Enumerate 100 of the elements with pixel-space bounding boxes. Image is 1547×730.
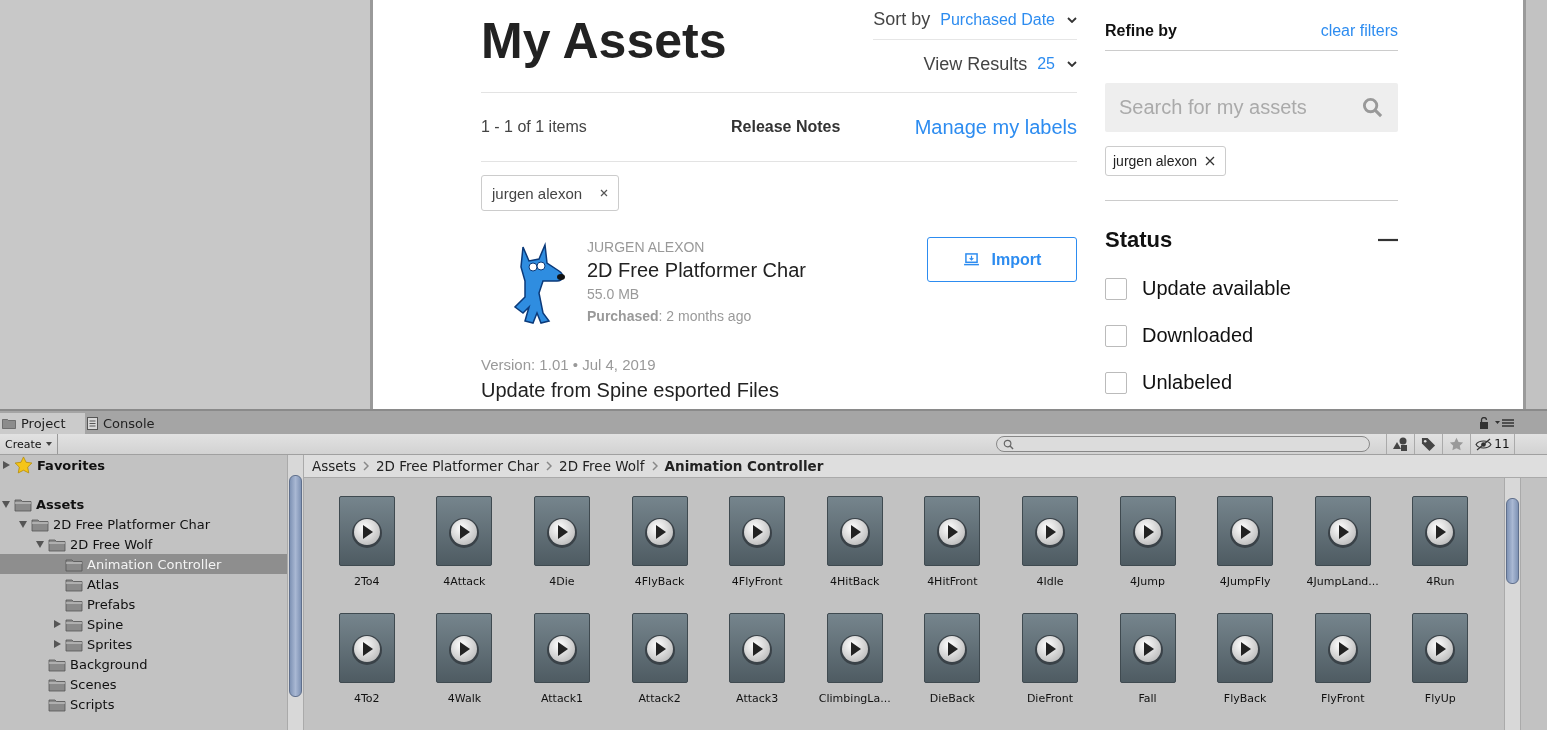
collapsed-arrow-icon[interactable] <box>52 619 62 629</box>
animation-clip-icon[interactable] <box>1119 613 1176 683</box>
clip-name[interactable]: Fall <box>1138 692 1157 705</box>
breadcrumb-link[interactable]: 2D Free Platformer Char <box>375 458 540 474</box>
clip-name[interactable]: 4Die <box>549 575 575 588</box>
animation-clip-icon[interactable] <box>924 613 981 683</box>
search-field[interactable] <box>996 436 1370 452</box>
checkbox[interactable] <box>1105 277 1127 300</box>
animation-clip-icon[interactable] <box>534 613 590 683</box>
animation-clip-icon[interactable] <box>1119 496 1176 566</box>
clip-name[interactable]: DieFront <box>1026 692 1073 705</box>
animation-clip-icon[interactable] <box>1412 496 1469 566</box>
clip-name[interactable]: 4Attack <box>443 575 486 588</box>
lock-icon[interactable] <box>1479 416 1489 429</box>
tree-item[interactable]: Assets <box>0 494 287 514</box>
clip-name[interactable]: Attack3 <box>736 692 779 705</box>
clip-name[interactable]: 4JumpFly <box>1219 575 1271 588</box>
version-info: Version: 1.01 • Jul 4, 2019 <box>481 356 657 373</box>
clip-name[interactable]: FlyFront <box>1320 692 1365 705</box>
tree-item[interactable]: 2D Free Platformer Char <box>0 514 287 534</box>
tree-item[interactable]: Scenes <box>0 674 287 694</box>
scrollbar[interactable] <box>1504 478 1521 730</box>
animation-clip-icon[interactable] <box>1021 496 1078 566</box>
animation-clip-icon[interactable] <box>338 613 395 683</box>
close-icon[interactable] <box>1205 156 1216 166</box>
tree-item[interactable]: Prefabs <box>0 594 287 614</box>
close-icon[interactable] <box>600 189 609 197</box>
folder-icon <box>48 656 66 672</box>
breadcrumb-link[interactable]: Animation Controller <box>664 458 824 474</box>
clip-name[interactable]: 4To2 <box>354 692 380 705</box>
tree-item[interactable]: Spine <box>0 614 287 634</box>
folder-icon <box>14 496 32 512</box>
checkbox-label[interactable]: Unlabeled <box>1142 371 1233 394</box>
filter-chip[interactable]: jurgen alexon <box>481 175 620 211</box>
clip-name[interactable]: 4Idle <box>1036 575 1064 588</box>
animation-clip-icon[interactable] <box>1217 613 1274 683</box>
panel-tab[interactable]: Project <box>0 413 85 434</box>
checkbox-label[interactable]: Update available <box>1142 277 1291 300</box>
checkbox[interactable] <box>1105 324 1127 347</box>
expanded-arrow-icon[interactable] <box>35 539 45 549</box>
tree-item[interactable]: Sprites <box>0 634 287 654</box>
clip-name[interactable]: Attack2 <box>638 692 681 705</box>
status-heading: Status <box>1105 227 1173 253</box>
tree-item[interactable]: Favorites <box>0 455 287 475</box>
clip-name[interactable]: 4Run <box>1426 575 1455 588</box>
clip-name[interactable]: 4Walk <box>447 692 482 705</box>
clip-name[interactable]: FlyUp <box>1424 692 1456 705</box>
clip-name[interactable]: 4FlyBack <box>634 575 685 588</box>
clip-name[interactable]: DieBack <box>929 692 975 705</box>
expanded-arrow-icon[interactable] <box>1 499 11 509</box>
clear-filters-link[interactable]: clear filters <box>1320 22 1398 40</box>
eye-slash-icon <box>1475 437 1493 451</box>
clip-name[interactable]: Attack1 <box>540 692 584 705</box>
clip-name[interactable]: ClimbingLa... <box>818 692 891 705</box>
clip-name[interactable]: 4HitFront <box>927 575 978 588</box>
animation-clip-icon[interactable] <box>436 496 493 566</box>
view-results-dropdown[interactable]: 25 <box>1037 55 1055 73</box>
animation-clip-icon[interactable] <box>729 613 786 683</box>
tree-item[interactable]: Scripts <box>0 694 287 714</box>
clip-name[interactable]: 4FlyFront <box>731 575 783 588</box>
clip-name[interactable]: 2To4 <box>354 575 380 588</box>
search-field[interactable]: Search for my assets <box>1105 83 1398 132</box>
animation-clip-icon[interactable] <box>826 613 883 683</box>
breadcrumb-link[interactable]: Assets <box>312 458 356 474</box>
animation-clip-icon[interactable] <box>826 496 883 566</box>
animation-clip-icon[interactable] <box>631 496 688 566</box>
animation-clip-icon[interactable] <box>1314 496 1371 566</box>
asset-name[interactable]: 2D Free Platformer Char <box>587 257 927 283</box>
checkbox[interactable] <box>1105 371 1127 394</box>
document-icon <box>87 417 98 430</box>
breadcrumb-link[interactable]: 2D Free Wolf <box>559 458 645 474</box>
scrollbar[interactable] <box>287 455 304 730</box>
tree-item[interactable]: 2D Free Wolf <box>0 534 287 554</box>
animation-clip-icon[interactable] <box>534 496 590 566</box>
collapsed-arrow-icon[interactable] <box>1 460 11 470</box>
animation-clip-icon[interactable] <box>631 613 688 683</box>
hidden-packages-button[interactable]: 11 <box>1470 434 1515 454</box>
panel-tab[interactable]: Console <box>85 413 167 434</box>
animation-clip-icon[interactable] <box>1021 613 1078 683</box>
animation-clip-icon[interactable] <box>1217 496 1274 566</box>
collapsed-arrow-icon[interactable] <box>52 639 62 649</box>
tree-item[interactable]: Background <box>0 654 287 674</box>
menu-icon[interactable] <box>1495 417 1515 428</box>
expanded-arrow-icon[interactable] <box>18 519 28 529</box>
clip-name[interactable]: 4HitBack <box>830 575 880 588</box>
checkbox-label[interactable]: Downloaded <box>1142 324 1254 347</box>
animation-clip-icon[interactable] <box>1314 613 1371 683</box>
clip-name[interactable]: 4Jump <box>1130 575 1165 588</box>
animation-clip-icon[interactable] <box>1412 613 1469 683</box>
tree-item[interactable]: Atlas <box>0 574 287 594</box>
clip-name[interactable]: 4JumpLand... <box>1306 575 1379 588</box>
animation-clip-icon[interactable] <box>338 496 395 566</box>
create-dropdown-button[interactable]: Create <box>0 434 58 454</box>
animation-clip-icon[interactable] <box>436 613 493 683</box>
animation-clip-icon[interactable] <box>924 496 981 566</box>
filter-chip[interactable]: jurgen alexon <box>1105 146 1227 176</box>
animation-clip-icon[interactable] <box>729 496 786 566</box>
sort-dropdown[interactable]: Purchased Date <box>940 10 1055 29</box>
clip-name[interactable]: FlyBack <box>1223 692 1267 705</box>
release-notes-link[interactable]: Release Notes <box>731 118 908 136</box>
